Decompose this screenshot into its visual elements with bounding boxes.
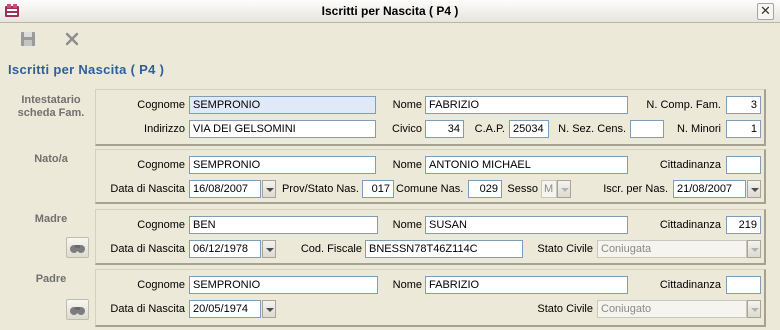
comune-field[interactable]: 029 bbox=[468, 180, 502, 198]
prov-stato-label: Prov/Stato Nas. bbox=[281, 183, 359, 195]
chevron-down-icon[interactable] bbox=[262, 240, 276, 258]
n-minori-field[interactable]: 1 bbox=[726, 120, 761, 138]
madre-data-nascita-combo[interactable]: 06/12/1978 bbox=[189, 240, 276, 258]
cap-field[interactable]: 25034 bbox=[509, 120, 549, 138]
cognome-label: Cognome bbox=[137, 159, 185, 171]
binoculars-icon bbox=[70, 245, 85, 253]
stato-civile-label: Stato Civile bbox=[537, 303, 593, 315]
padre-cittadinanza-field[interactable] bbox=[726, 276, 761, 294]
cittadinanza-label: Cittadinanza bbox=[659, 219, 721, 231]
nome-label: Nome bbox=[392, 99, 422, 111]
padre-data-nascita-combo[interactable]: 20/05/1974 bbox=[189, 300, 276, 318]
n-sez-cens-label: N. Sez. Cens. bbox=[558, 123, 626, 135]
form-title: Iscritti per Nascita ( P4 ) bbox=[8, 62, 165, 77]
cod-fiscale-field[interactable]: BNESSN78T46Z114C bbox=[365, 240, 523, 258]
madre-stato-civile-combo[interactable]: Coniugata bbox=[597, 240, 761, 258]
cod-fiscale-label: Cod. Fiscale bbox=[300, 243, 362, 255]
section-label-intestatario: Intestatario scheda Fam. bbox=[8, 94, 94, 120]
sesso-combo[interactable]: M bbox=[541, 180, 571, 198]
nome-label: Nome bbox=[392, 219, 422, 231]
intestatario-cognome-field[interactable]: SEMPRONIO bbox=[189, 96, 376, 114]
padre-stato-civile-combo[interactable]: Coniugato bbox=[597, 300, 761, 318]
n-minori-label: N. Minori bbox=[676, 123, 721, 135]
cap-label: C.A.P. bbox=[474, 123, 505, 135]
toolbar bbox=[0, 23, 780, 55]
chevron-down-icon[interactable] bbox=[747, 300, 761, 318]
section-label-padre: Padre bbox=[35, 273, 67, 285]
nato-cognome-field[interactable]: SEMPRONIO bbox=[189, 156, 376, 174]
nome-label: Nome bbox=[392, 279, 422, 291]
chevron-down-icon[interactable] bbox=[262, 180, 276, 198]
data-nascita-label: Data di Nascita bbox=[110, 303, 185, 315]
nome-label: Nome bbox=[392, 159, 422, 171]
n-comp-fam-field[interactable]: 3 bbox=[726, 96, 761, 114]
nato-data-nascita-field[interactable]: 16/08/2007 bbox=[189, 180, 261, 198]
prov-stato-field[interactable]: 017 bbox=[362, 180, 394, 198]
madre-nome-field[interactable]: SUSAN bbox=[425, 216, 628, 234]
indirizzo-field[interactable]: VIA DEI GELSOMINI bbox=[189, 120, 376, 138]
madre-cittadinanza-field[interactable]: 219 bbox=[726, 216, 761, 234]
n-sez-cens-field[interactable] bbox=[630, 120, 664, 138]
sesso-label: Sesso bbox=[507, 183, 538, 195]
chevron-down-icon[interactable] bbox=[747, 240, 761, 258]
save-icon[interactable] bbox=[18, 29, 38, 49]
padre-nome-field[interactable]: FABRIZIO bbox=[425, 276, 628, 294]
padre-cognome-field[interactable]: SEMPRONIO bbox=[189, 276, 378, 294]
nato-cittadinanza-field[interactable] bbox=[726, 156, 761, 174]
data-nascita-label: Data di Nascita bbox=[110, 183, 185, 195]
search-padre-button[interactable] bbox=[66, 299, 89, 320]
madre-stato-civile-field[interactable]: Coniugata bbox=[597, 240, 747, 258]
sesso-field[interactable]: M bbox=[541, 180, 557, 198]
cognome-label: Cognome bbox=[137, 99, 185, 111]
section-label-madre: Madre bbox=[34, 213, 68, 225]
padre-stato-civile-field[interactable]: Coniugato bbox=[597, 300, 747, 318]
binoculars-icon bbox=[70, 307, 85, 315]
section-label-line1: Intestatario bbox=[21, 94, 81, 106]
window-title: Iscritti per Nascita ( P4 ) bbox=[321, 4, 459, 18]
search-madre-button[interactable] bbox=[66, 237, 89, 258]
indirizzo-label: Indirizzo bbox=[144, 123, 185, 135]
iscr-per-nas-combo[interactable]: 21/08/2007 bbox=[673, 180, 761, 198]
chevron-down-icon[interactable] bbox=[262, 300, 276, 318]
section-label-line2: scheda Fam. bbox=[17, 107, 85, 119]
iscr-per-nas-label: Iscr. per Nas. bbox=[603, 183, 668, 195]
civico-field[interactable]: 34 bbox=[425, 120, 464, 138]
cognome-label: Cognome bbox=[137, 219, 185, 231]
comune-label: Comune Nas. bbox=[396, 183, 464, 195]
padre-data-nascita-field[interactable]: 20/05/1974 bbox=[189, 300, 261, 318]
section-label-nato: Nato/a bbox=[34, 153, 68, 165]
title-bar: Iscritti per Nascita ( P4 ) ✕ bbox=[0, 0, 780, 23]
intestatario-nome-field[interactable]: FABRIZIO bbox=[425, 96, 628, 114]
window-close-button[interactable]: ✕ bbox=[757, 3, 774, 20]
n-comp-fam-label: N. Comp. Fam. bbox=[646, 99, 721, 111]
nato-nome-field[interactable]: ANTONIO MICHAEL bbox=[425, 156, 628, 174]
madre-cognome-field[interactable]: BEN bbox=[189, 216, 378, 234]
cancel-icon[interactable] bbox=[62, 29, 82, 49]
iscr-per-nas-field[interactable]: 21/08/2007 bbox=[673, 180, 746, 198]
cittadinanza-label: Cittadinanza bbox=[659, 279, 721, 291]
chevron-down-icon[interactable] bbox=[747, 180, 761, 198]
chevron-down-icon[interactable] bbox=[557, 180, 571, 198]
data-nascita-label: Data di Nascita bbox=[110, 243, 185, 255]
civico-label: Civico bbox=[392, 123, 422, 135]
madre-data-nascita-field[interactable]: 06/12/1978 bbox=[189, 240, 261, 258]
cognome-label: Cognome bbox=[137, 279, 185, 291]
nato-data-nascita-combo[interactable]: 16/08/2007 bbox=[189, 180, 276, 198]
cittadinanza-label: Cittadinanza bbox=[659, 159, 721, 171]
stato-civile-label: Stato Civile bbox=[537, 243, 593, 255]
